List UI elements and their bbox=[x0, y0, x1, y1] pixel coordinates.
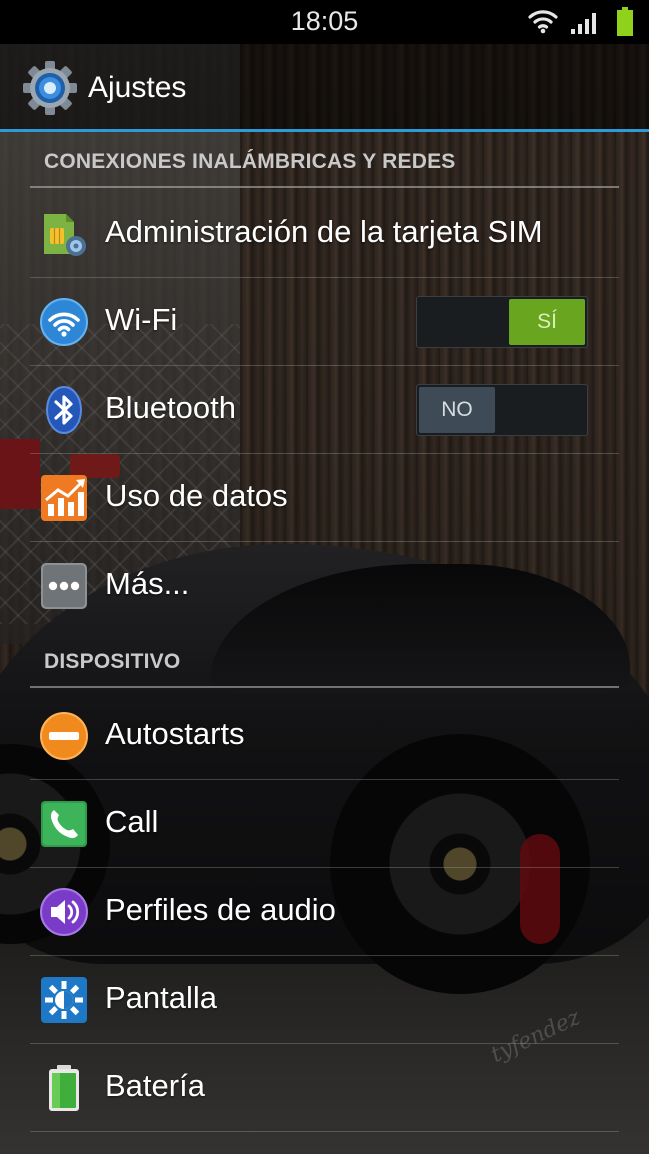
bluetooth-toggle[interactable]: NO bbox=[416, 384, 588, 436]
settings-item-label: Más... bbox=[105, 566, 190, 601]
data-usage-chart-icon bbox=[41, 475, 87, 521]
battery-status-icon bbox=[617, 7, 633, 36]
settings-item-label: Batería bbox=[105, 1068, 205, 1103]
autostarts-minus-icon bbox=[40, 712, 88, 760]
phone-call-icon bbox=[41, 801, 87, 847]
speaker-icon bbox=[40, 888, 88, 936]
settings-item-display[interactable]: Pantalla bbox=[0, 956, 649, 1044]
settings-item-audio-profiles[interactable]: Perfiles de audio bbox=[0, 868, 649, 956]
settings-item-wifi[interactable]: Wi-Fi SÍ bbox=[0, 278, 649, 366]
settings-item-more[interactable]: Más... bbox=[0, 542, 649, 630]
battery-icon bbox=[49, 1065, 79, 1111]
settings-item-label: Autostarts bbox=[105, 716, 245, 751]
sim-card-settings-icon bbox=[44, 214, 86, 256]
settings-item-bluetooth[interactable]: Bluetooth NO bbox=[0, 366, 649, 454]
settings-item-label: Administración de la tarjeta SIM bbox=[105, 214, 543, 249]
settings-item-call[interactable]: Call bbox=[0, 780, 649, 868]
settings-item-label: Perfiles de audio bbox=[105, 892, 336, 927]
settings-item-battery[interactable]: Batería bbox=[0, 1044, 649, 1132]
settings-item-label: Bluetooth bbox=[105, 390, 236, 425]
wifi-icon bbox=[40, 298, 88, 346]
brightness-icon bbox=[41, 977, 87, 1023]
signal-strength-icon bbox=[571, 13, 596, 34]
section-header-label: CONEXIONES INALÁMBRICAS Y REDES bbox=[44, 150, 456, 173]
settings-item-data-usage[interactable]: Uso de datos bbox=[0, 454, 649, 542]
wifi-status-icon bbox=[528, 10, 558, 34]
bluetooth-toggle-thumb: NO bbox=[419, 387, 495, 433]
section-header-wireless: CONEXIONES INALÁMBRICAS Y REDES bbox=[0, 132, 649, 188]
section-header-label: DISPOSITIVO bbox=[44, 650, 181, 673]
settings-item-label: Call bbox=[105, 804, 159, 839]
section-divider bbox=[30, 186, 619, 188]
status-bar: 18:05 bbox=[0, 0, 649, 44]
settings-item-label: Uso de datos bbox=[105, 478, 288, 513]
settings-gear-icon[interactable] bbox=[22, 60, 78, 116]
settings-item-sim[interactable]: Administración de la tarjeta SIM bbox=[0, 190, 649, 278]
bluetooth-icon bbox=[46, 386, 82, 434]
settings-item-label: Pantalla bbox=[105, 980, 218, 1015]
settings-item-label: Wi-Fi bbox=[105, 302, 178, 337]
section-header-device: DISPOSITIVO bbox=[0, 632, 649, 688]
wifi-toggle[interactable]: SÍ bbox=[416, 296, 588, 348]
row-divider bbox=[30, 1131, 619, 1132]
page-title: Ajustes bbox=[88, 71, 187, 104]
wifi-toggle-thumb: SÍ bbox=[509, 299, 585, 345]
action-bar: Ajustes bbox=[0, 44, 649, 132]
section-divider bbox=[30, 686, 619, 688]
settings-item-autostarts[interactable]: Autostarts bbox=[0, 692, 649, 780]
more-dots-icon bbox=[41, 563, 87, 609]
